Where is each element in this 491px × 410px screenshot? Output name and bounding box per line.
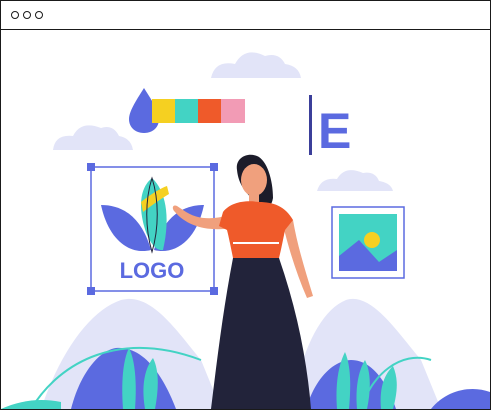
color-swatches (152, 99, 245, 123)
window-control-dot[interactable] (35, 11, 43, 19)
typography-letter: E (318, 103, 351, 159)
cloud (53, 125, 133, 150)
resize-handle[interactable] (87, 287, 95, 295)
resize-handle[interactable] (210, 287, 218, 295)
top-stripe (233, 242, 279, 244)
window-control-dot[interactable] (11, 11, 19, 19)
resize-handle[interactable] (210, 163, 218, 171)
logo-text: LOGO (120, 258, 185, 283)
illustration-canvas: E LOGO (1, 30, 490, 409)
swatch-yellow[interactable] (152, 99, 176, 123)
swatch-teal[interactable] (175, 99, 199, 123)
text-cursor-icon (309, 95, 312, 155)
face (241, 164, 267, 196)
designer-illustration: E LOGO (1, 52, 490, 409)
orange-top (219, 201, 293, 258)
swatch-orange[interactable] (198, 99, 222, 123)
window-titlebar (1, 1, 490, 30)
browser-window: E LOGO (0, 0, 491, 410)
hill-shape (431, 388, 490, 409)
skirt (211, 258, 311, 409)
image-icon (331, 206, 405, 279)
cloud (317, 170, 393, 191)
swatch-pink[interactable] (221, 99, 245, 123)
resize-handle[interactable] (87, 163, 95, 171)
cloud (211, 52, 301, 78)
window-control-dot[interactable] (23, 11, 31, 19)
hill-shape (1, 400, 61, 409)
